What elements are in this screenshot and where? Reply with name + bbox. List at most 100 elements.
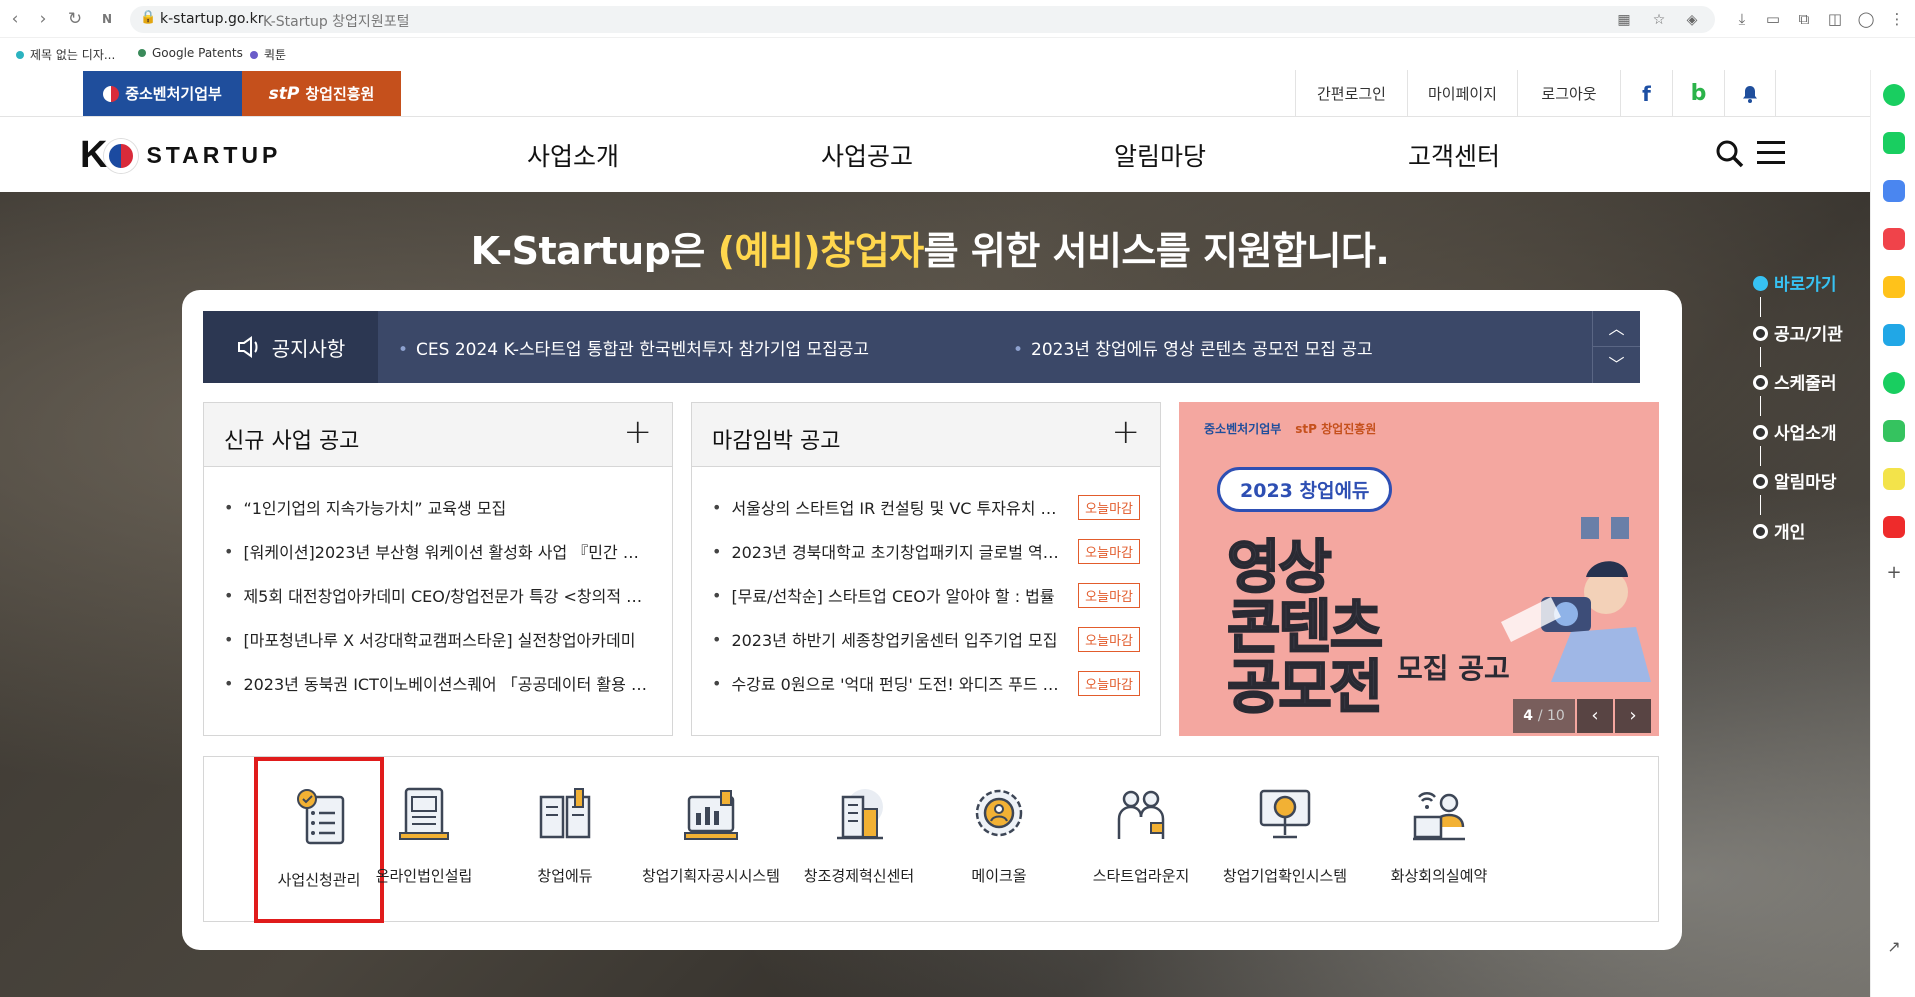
notice-up-icon[interactable]: ︿ — [1593, 311, 1640, 347]
list-item[interactable]: 수강료 0원으로 '억대 펀딩' 도전! 와디즈 푸드 펀딩오늘마감 — [712, 661, 1140, 705]
back-icon[interactable]: ‹ — [4, 8, 26, 30]
promo-prev-button[interactable]: ‹ — [1577, 699, 1613, 733]
quick-link-online-corporation[interactable]: 온라인법인설립 — [349, 757, 499, 923]
now-icon[interactable] — [1883, 516, 1905, 538]
list-item[interactable]: [마포청년나루 X 서강대학교캠퍼스타운] 실전창업아카데미 — [224, 617, 652, 661]
star-favorite-icon[interactable] — [1883, 276, 1905, 298]
list-item[interactable]: 2023년 하반기 세종창업키움센터 입주기업 모집오늘마감 — [712, 617, 1140, 661]
deadline-badge: 오늘마감 — [1078, 582, 1140, 608]
lock-icon[interactable]: 🔒 — [140, 10, 156, 25]
quick-nav-shortcut[interactable]: 바로가기 — [1753, 270, 1843, 320]
split-view-icon[interactable]: ◫ — [1824, 8, 1846, 30]
quick-nav-news[interactable]: 알림마당 — [1753, 468, 1843, 518]
quick-link-label: 화상회의실예약 — [1390, 867, 1488, 885]
calendar-icon[interactable] — [1883, 180, 1905, 202]
promo-counter: 4 / 10 — [1513, 699, 1575, 733]
logout-link[interactable]: 로그아웃 — [1517, 70, 1620, 117]
menu-dots-icon[interactable]: ⋮ — [1886, 8, 1908, 30]
camera-person-illustration — [1501, 517, 1651, 682]
external-link-icon[interactable]: ↗ — [1883, 936, 1905, 958]
promo-next-button[interactable]: › — [1615, 699, 1651, 733]
notice-item[interactable]: CES 2024 K-스타트업 통합관 한국벤처투자 참가기업 모집공고 — [398, 335, 869, 360]
notice-item[interactable]: 2023년 창업에듀 영상 콘텐츠 공모전 모집 공고 — [1013, 335, 1373, 360]
list-item[interactable]: 2023년 경북대학교 초기창업패키지 글로벌 역량강화오늘마감 — [712, 529, 1140, 573]
quick-nav-notice-agency[interactable]: 공고/기관 — [1753, 320, 1843, 370]
quick-link-startup-lounge[interactable]: 스타트업라운지 — [1066, 757, 1216, 923]
panel-title: 마감임박 공고 — [712, 429, 841, 454]
naver-home-icon[interactable]: N — [96, 8, 118, 30]
screenshot-icon[interactable]: ⧉ — [1793, 8, 1815, 30]
quick-link-disclosure-system[interactable]: 창업기획자공시시스템 — [636, 757, 786, 923]
translate-icon[interactable] — [1883, 324, 1905, 346]
hamburger-menu-icon[interactable] — [1757, 141, 1785, 171]
new-business-panel: 신규 사업 공고 + “1인기업의 지속가능가치” 교육생 모집 [워케이션]2… — [203, 402, 673, 736]
quick-nav-business-intro[interactable]: 사업소개 — [1753, 419, 1843, 469]
qr-icon[interactable]: ▦ — [1615, 11, 1633, 29]
kised-logo-mark: stP — [268, 83, 300, 104]
bookmark-dot-icon — [250, 50, 258, 59]
bookmark-dot-icon — [16, 50, 24, 59]
webtoon-icon[interactable] — [1883, 420, 1905, 442]
quick-nav-personal[interactable]: 개인 — [1753, 518, 1843, 568]
address-bar[interactable]: 🔒 k-startup.go.kr K-Startup 창업지원포털 ▦ ☆ ◈ — [130, 6, 1715, 33]
bookmark-item[interactable]: 퀵툰 — [250, 46, 286, 63]
list-item[interactable]: [워케이션]2023년 부산형 워케이션 활성화 사업 『민간 워케이션 오피스… — [224, 529, 652, 573]
menu-business-notice[interactable]: 사업공고 — [821, 137, 913, 173]
notice-arrows: ︿ ﹀ — [1592, 311, 1640, 383]
add-icon[interactable]: + — [1883, 562, 1905, 584]
list-item[interactable]: “1인기업의 지속가능가치” 교육생 모집 — [224, 485, 652, 529]
quick-link-startup-confirmation[interactable]: 창업기업확인시스템 — [1210, 757, 1360, 923]
blog-icon[interactable]: b — [1672, 70, 1724, 117]
notice-down-icon[interactable]: ﹀ — [1593, 347, 1640, 383]
notice-bar: 공지사항 CES 2024 K-스타트업 통합관 한국벤처투자 참가기업 모집공… — [203, 311, 1613, 383]
talk-icon[interactable] — [1883, 132, 1905, 154]
k-startup-logo[interactable]: K STARTUP — [80, 134, 281, 177]
search-monitor-icon — [1259, 789, 1311, 839]
download-icon[interactable]: ⤓ — [1731, 8, 1753, 30]
deadline-badge: 오늘마감 — [1078, 670, 1140, 696]
menu-business-intro[interactable]: 사업소개 — [527, 137, 619, 173]
kised-link[interactable]: stP 창업진흥원 — [242, 71, 401, 116]
simple-login-link[interactable]: 간편로그인 — [1295, 70, 1407, 117]
quick-link-innovation-center[interactable]: 창조경제혁신센터 — [784, 757, 934, 923]
panel-header: 신규 사업 공고 + — [204, 403, 672, 467]
quick-link-label: 스타트업라운지 — [1092, 867, 1190, 885]
facebook-icon[interactable]: f — [1620, 70, 1672, 117]
mypage-link[interactable]: 마이페이지 — [1407, 70, 1517, 117]
memo-icon[interactable] — [1883, 468, 1905, 490]
promo-banner[interactable]: 중소벤처기업부 stP 창업진흥원 2023 창업에듀 영상 콘텐츠 공모전 모… — [1179, 402, 1659, 736]
capture-icon[interactable]: ▭ — [1762, 8, 1784, 30]
bookmark-dot-icon — [138, 49, 146, 57]
search-icon[interactable] — [1715, 139, 1745, 169]
pocket-icon[interactable] — [1883, 228, 1905, 250]
hero-section: K-Startup은 (예비)창업자를 위한 서비스를 지원합니다. 공지사항 … — [0, 192, 1870, 997]
notification-bell-icon[interactable] — [1724, 70, 1776, 117]
list-item[interactable]: 서울상의 스타트업 IR 컨설팅 및 VC 투자유치 지원오늘마감 — [712, 485, 1140, 529]
closing-soon-panel: 마감임박 공고 + 서울상의 스타트업 IR 컨설팅 및 VC 투자유치 지원오… — [691, 402, 1161, 736]
play-icon[interactable] — [1883, 372, 1905, 394]
reload-icon[interactable]: ↻ — [64, 8, 86, 30]
extension-icon[interactable]: ◈ — [1683, 11, 1701, 29]
building-icon — [837, 789, 883, 840]
quick-link-video-conference[interactable]: 화상회의실예약 — [1364, 757, 1514, 923]
gov-ministry-link[interactable]: 중소벤처기업부 — [83, 71, 242, 116]
naver-green-icon[interactable] — [1883, 84, 1905, 106]
list-item[interactable]: 제5회 대전창업아카데미 CEO/창업전문가 특강 <창의적 아이디어 발상> — [224, 573, 652, 617]
quick-link-makeall[interactable]: 메이크올 — [924, 757, 1074, 923]
quick-link-startup-edu[interactable]: 창업에듀 — [490, 757, 640, 923]
quick-nav-scheduler[interactable]: 스케줄러 — [1753, 369, 1843, 419]
url-page-title: K-Startup 창업지원포털 — [263, 14, 410, 30]
bookmark-item[interactable]: 제목 없는 디자... — [16, 46, 115, 63]
profile-icon[interactable]: ◯ — [1855, 8, 1877, 30]
more-plus-icon[interactable]: + — [1112, 415, 1141, 449]
list-item[interactable]: [무료/선착순] 스타트업 CEO가 알아야 할 : 법률오늘마감 — [712, 573, 1140, 617]
quick-link-label: 창업기획자공시시스템 — [641, 867, 780, 885]
menu-customer-center[interactable]: 고객센터 — [1408, 137, 1500, 173]
list-item[interactable]: 2023년 동북권 ICT이노베이션스퀘어 「공공데이터 활용 교육」 — [224, 661, 652, 705]
bookmark-star-icon[interactable]: ☆ — [1650, 11, 1668, 29]
deadline-badge: 오늘마감 — [1078, 626, 1140, 652]
menu-news[interactable]: 알림마당 — [1114, 137, 1206, 173]
more-plus-icon[interactable]: + — [624, 415, 653, 449]
forward-icon[interactable]: › — [32, 8, 54, 30]
bookmark-item[interactable]: Google Patents — [138, 46, 243, 60]
